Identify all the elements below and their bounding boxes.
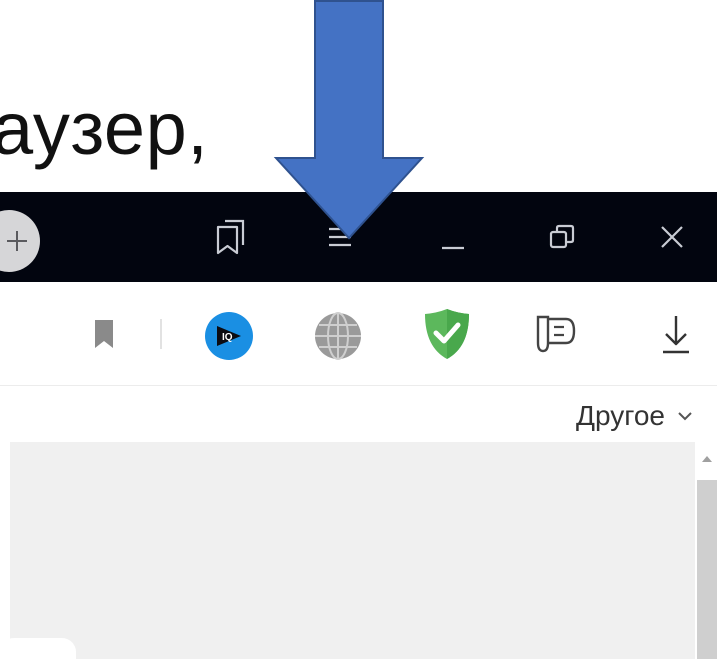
close-button[interactable] (637, 192, 707, 282)
slide-caption: аузер, (0, 87, 209, 170)
adguard-button[interactable] (419, 306, 475, 362)
slide: аузер, IQ Другое (0, 0, 717, 659)
other-bookmarks-label: Другое (576, 400, 665, 431)
bookmark-button[interactable] (84, 312, 124, 356)
download-icon (663, 316, 689, 354)
bookmark-icon (95, 320, 113, 348)
iq-extension-button[interactable]: IQ (203, 310, 255, 362)
tab-cards-icon (216, 219, 245, 255)
password-manager-button[interactable] (526, 308, 582, 360)
scrollbar-thumb[interactable] (697, 480, 717, 659)
downloads-button[interactable] (654, 308, 698, 360)
restore-button[interactable] (527, 192, 597, 282)
page-content-area (10, 442, 695, 659)
globe-vpn-button[interactable] (312, 310, 364, 362)
pointer-arrow-annotation (273, 0, 425, 240)
minimize-icon (442, 246, 464, 250)
new-tab-button[interactable] (0, 210, 40, 272)
close-icon (661, 226, 683, 248)
adguard-shield-icon (425, 309, 469, 359)
content-left-margin (0, 442, 10, 659)
scroll-up-arrow-icon (702, 456, 712, 462)
other-bookmarks-button[interactable]: Другое (576, 400, 693, 432)
tab-cards-button[interactable] (196, 192, 266, 282)
chevron-down-icon (678, 412, 692, 421)
scroll-up-button[interactable] (697, 450, 717, 468)
plus-icon (7, 231, 27, 251)
iq-extension-icon: IQ (205, 312, 253, 360)
password-key-icon (536, 315, 576, 353)
toolbar-separator (160, 319, 162, 349)
restore-icon (549, 224, 575, 249)
content-card-edge (0, 638, 76, 659)
globe-vpn-icon (315, 312, 361, 360)
browser-window: IQ Другое (0, 192, 717, 659)
svg-text:IQ: IQ (222, 332, 233, 343)
